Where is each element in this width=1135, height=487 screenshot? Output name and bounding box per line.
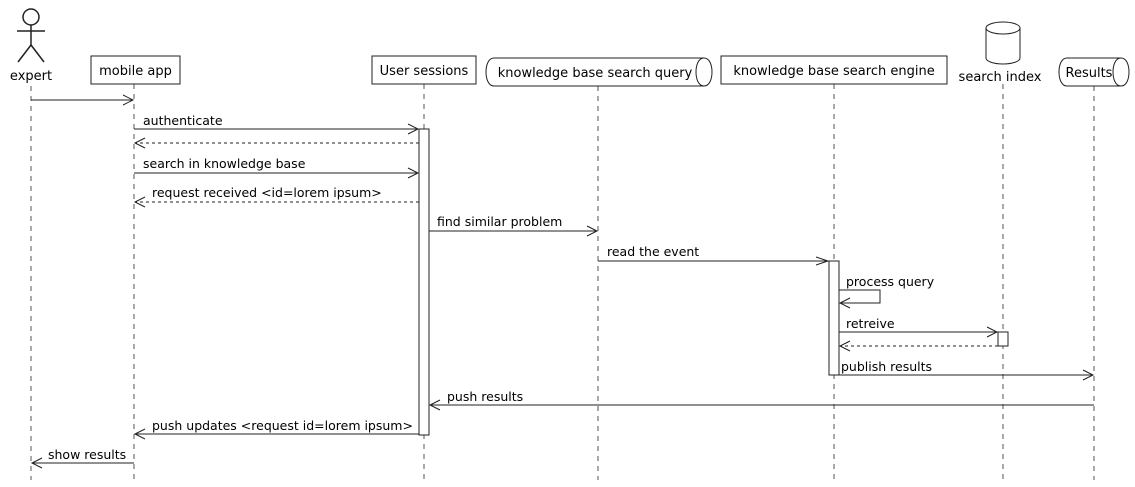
message-label: publish results: [841, 359, 932, 374]
message-label: push updates <request id=lorem ipsum>: [152, 418, 413, 433]
database-icon: [985, 21, 1021, 65]
participant-label-query: knowledge base search query: [498, 66, 693, 81]
message-label: read the event: [607, 244, 699, 259]
message-label: retreive: [846, 316, 895, 331]
message-label: show results: [48, 447, 126, 462]
participant-label-index: search index: [959, 70, 1042, 85]
activation-sessions: [418, 128, 430, 436]
participant-label-mobile: mobile app: [99, 64, 172, 79]
message-label: request received <id=lorem ipsum>: [152, 185, 382, 200]
message-label: search in knowledge base: [143, 156, 306, 171]
participant-label-results: Results: [1066, 66, 1113, 81]
message-label: authenticate: [143, 113, 223, 128]
participant-label-expert: expert: [10, 69, 52, 84]
message-arrow: [839, 289, 881, 304]
message-label: find similar problem: [437, 214, 562, 229]
sequence-diagram: expert mobile app User sessions knowledg…: [10, 8, 1130, 480]
participant-label-sessions: User sessions: [380, 64, 469, 79]
message-label: process query: [846, 274, 935, 289]
message-label: push results: [447, 389, 523, 404]
activation-index: [997, 331, 1009, 347]
participant-label-engine: knowledge base search engine: [733, 64, 934, 79]
activation-engine: [828, 260, 840, 376]
actor-expert-icon: [17, 8, 45, 63]
